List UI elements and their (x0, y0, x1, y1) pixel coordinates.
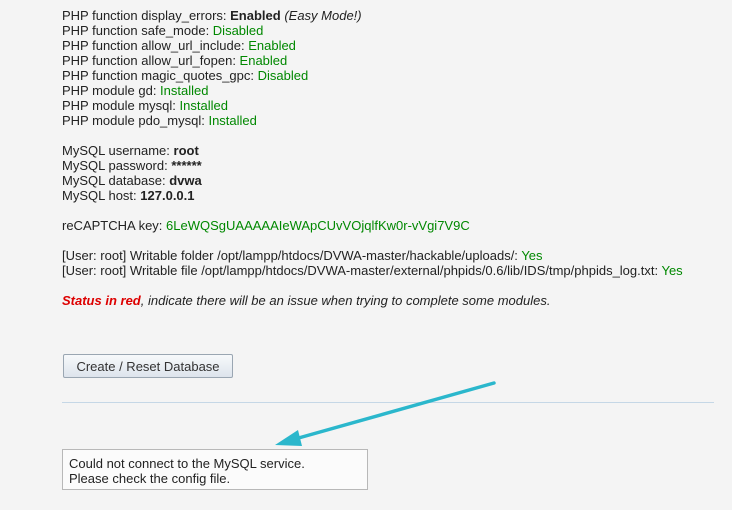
php-module-mysql-label: PHP module mysql: (62, 98, 180, 113)
recaptcha-key-value: 6LeWQSgUAAAAAIeWApCUvVOjqlfKw0r-vVgi7V9C (166, 218, 470, 233)
status-note: Status in red, indicate there will be an… (62, 293, 722, 308)
php-module-pdo-mysql-label: PHP module pdo_mysql: (62, 113, 209, 128)
mysql-database-value: dvwa (169, 173, 202, 188)
status-note-text: , indicate there will be an issue when t… (140, 293, 551, 308)
mysql-host-row: MySQL host: 127.0.0.1 (62, 188, 722, 203)
create-reset-database-button[interactable]: Create / Reset Database (63, 354, 233, 378)
php-allow-url-include-value: Enabled (248, 38, 296, 53)
php-module-mysql-row: PHP module mysql: Installed (62, 98, 722, 113)
error-message-line-1: Could not connect to the MySQL service. (69, 456, 305, 471)
error-message-box: Could not connect to the MySQL service. … (62, 449, 368, 490)
php-allow-url-fopen-row: PHP function allow_url_fopen: Enabled (62, 53, 722, 68)
easy-mode-note: (Easy Mode!) (280, 8, 362, 23)
mysql-username-row: MySQL username: root (62, 143, 722, 158)
php-safe-mode-label: PHP function safe_mode: (62, 23, 213, 38)
recaptcha-label: reCAPTCHA key: (62, 218, 167, 233)
mysql-password-value: ****** (171, 158, 202, 173)
php-allow-url-fopen-label: PHP function allow_url_fopen: (62, 53, 240, 68)
php-magic-quotes-value: Disabled (257, 68, 309, 83)
status-in-red-text: Status in red (62, 293, 141, 308)
mysql-username-value: root (173, 143, 199, 158)
writable-file-label: [User: root] Writable file /opt/lampp/ht… (62, 263, 662, 278)
php-display-errors-value: Enabled (230, 8, 281, 23)
recaptcha-row: reCAPTCHA key: 6LeWQSgUAAAAAIeWApCUvVOjq… (62, 218, 722, 233)
mysql-username-label: MySQL username: (62, 143, 174, 158)
setup-check-panel: PHP function display_errors: Enabled (Ea… (62, 8, 722, 308)
php-display-errors-label: PHP function display_errors: (62, 8, 231, 23)
mysql-host-value: 127.0.0.1 (140, 188, 195, 203)
mysql-database-row: MySQL database: dvwa (62, 173, 722, 188)
php-module-gd-label: PHP module gd: (62, 83, 161, 98)
php-safe-mode-row: PHP function safe_mode: Disabled (62, 23, 722, 38)
php-magic-quotes-row: PHP function magic_quotes_gpc: Disabled (62, 68, 722, 83)
php-allow-url-fopen-value: Enabled (239, 53, 288, 68)
writable-file-row: [User: root] Writable file /opt/lampp/ht… (62, 263, 722, 278)
php-safe-mode-value: Disabled (212, 23, 264, 38)
php-module-mysql-value: Installed (179, 98, 228, 113)
section-divider (62, 402, 714, 403)
error-message-line-2: Please check the config file. (69, 471, 231, 486)
mysql-password-row: MySQL password: ****** (62, 158, 722, 173)
writable-folder-row: [User: root] Writable folder /opt/lampp/… (62, 248, 722, 263)
php-magic-quotes-label: PHP function magic_quotes_gpc: (62, 68, 258, 83)
mysql-password-label: MySQL password: (62, 158, 172, 173)
writable-file-value: Yes (661, 263, 683, 278)
php-module-pdo-mysql-row: PHP module pdo_mysql: Installed (62, 113, 722, 128)
php-module-gd-value: Installed (160, 83, 209, 98)
php-allow-url-include-row: PHP function allow_url_include: Enabled (62, 38, 722, 53)
writable-folder-label: [User: root] Writable folder /opt/lampp/… (62, 248, 522, 263)
php-allow-url-include-label: PHP function allow_url_include: (62, 38, 249, 53)
writable-folder-value: Yes (521, 248, 543, 263)
php-module-pdo-mysql-value: Installed (208, 113, 257, 128)
php-module-gd-row: PHP module gd: Installed (62, 83, 722, 98)
php-display-errors-row: PHP function display_errors: Enabled (Ea… (62, 8, 722, 23)
mysql-host-label: MySQL host: (62, 188, 141, 203)
mysql-database-label: MySQL database: (62, 173, 170, 188)
